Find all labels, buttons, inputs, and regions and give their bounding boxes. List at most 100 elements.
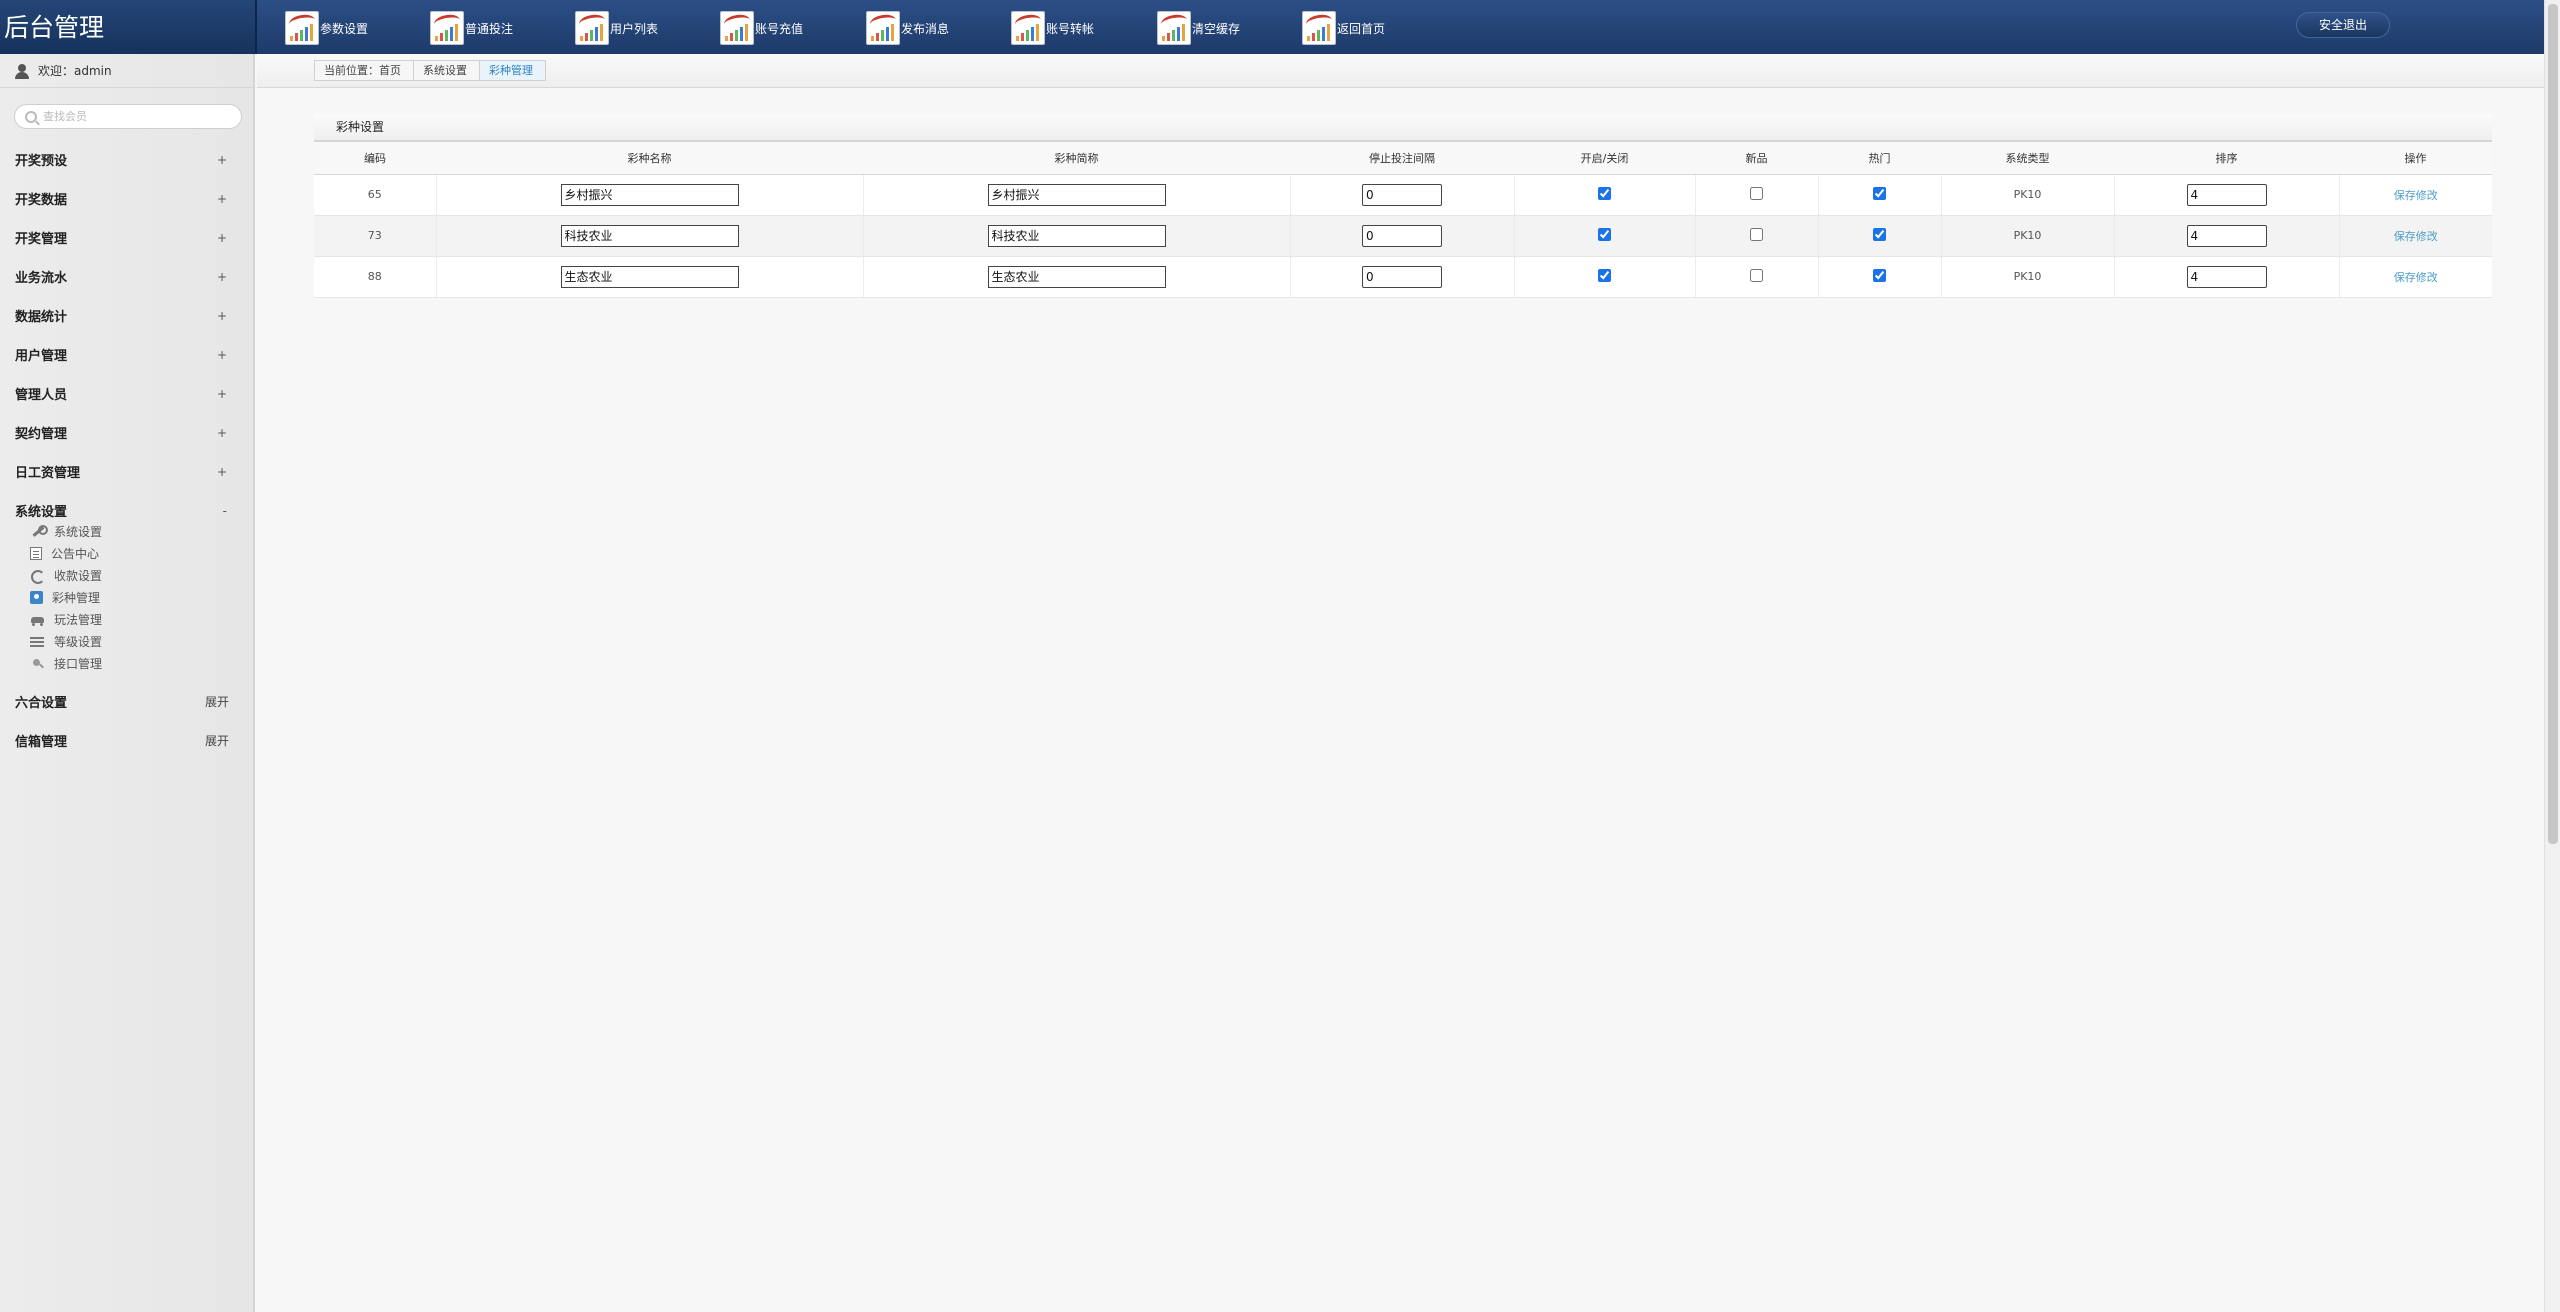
hot-checkbox[interactable] bbox=[1873, 227, 1886, 241]
table-cell bbox=[862, 215, 1290, 257]
sort-input[interactable] bbox=[2186, 224, 2267, 247]
breadcrumb-item[interactable]: 系统设置 bbox=[414, 61, 480, 80]
lottery-short-name-input[interactable] bbox=[987, 265, 1166, 288]
hot-checkbox[interactable] bbox=[1873, 268, 1886, 282]
lottery-name-input[interactable] bbox=[560, 224, 739, 247]
topnav-item[interactable]: 账号充值 bbox=[720, 10, 803, 46]
lottery-short-name-input[interactable] bbox=[987, 224, 1166, 247]
new-checkbox[interactable] bbox=[1750, 227, 1763, 241]
menu-item[interactable]: 日工资管理 + bbox=[0, 452, 253, 491]
table-header-row: 编码 彩种名称 彩种简称 停止投注间隔 开启/关闭 新品 热门 系统类型 排序 操作 bbox=[314, 142, 2492, 175]
submenu-item[interactable]: 公告中心 bbox=[30, 542, 253, 564]
table-cell bbox=[1694, 256, 1818, 298]
expand-toggle[interactable]: 展开 bbox=[205, 732, 229, 749]
topnav-item[interactable]: 普通投注 bbox=[430, 10, 513, 46]
submenu-item[interactable]: 等级设置 bbox=[30, 630, 253, 652]
submenu-item[interactable]: 收款设置 bbox=[30, 564, 253, 586]
chart-icon bbox=[430, 11, 464, 45]
table-cell bbox=[862, 174, 1290, 216]
menu-item[interactable]: 数据统计 + bbox=[0, 296, 253, 335]
topnav-item[interactable]: 返回首页 bbox=[1302, 10, 1385, 46]
expand-icon[interactable]: + bbox=[217, 270, 227, 284]
expand-icon[interactable]: + bbox=[217, 387, 227, 401]
sort-input[interactable] bbox=[2186, 265, 2267, 288]
table-cell bbox=[1513, 174, 1695, 216]
topnav-item[interactable]: 参数设置 bbox=[285, 10, 368, 46]
topnav-item[interactable]: 用户列表 bbox=[575, 10, 658, 46]
stop-interval-input[interactable] bbox=[1362, 224, 1442, 247]
topnav-label: 用户列表 bbox=[610, 21, 659, 36]
menu-item[interactable]: 开奖预设 + bbox=[0, 140, 253, 179]
save-changes-link[interactable]: 保存修改 bbox=[2394, 271, 2438, 284]
hot-checkbox[interactable] bbox=[1873, 186, 1886, 200]
enabled-checkbox[interactable] bbox=[1598, 268, 1611, 282]
expand-icon[interactable]: + bbox=[217, 426, 227, 440]
lottery-short-name-input[interactable] bbox=[987, 183, 1166, 206]
table-cell bbox=[1694, 215, 1818, 257]
member-search bbox=[14, 104, 242, 129]
lottery-name-input[interactable] bbox=[560, 183, 739, 206]
sort-input[interactable] bbox=[2186, 183, 2267, 206]
expand-toggle[interactable]: 展开 bbox=[205, 693, 229, 710]
submenu-item-label: 接口管理 bbox=[54, 656, 103, 671]
enabled-checkbox[interactable] bbox=[1598, 227, 1611, 241]
menu-item[interactable]: 开奖数据 + bbox=[0, 179, 253, 218]
expand-icon[interactable]: + bbox=[217, 465, 227, 479]
menu-item[interactable]: 业务流水 + bbox=[0, 257, 253, 296]
submenu-item[interactable]: 彩种管理 bbox=[30, 586, 253, 608]
top-header: 后台管理 参数设置 普通投注 用户列表 账号充值 发布消息 账号转帐 清空缓存 返回首页 安全… bbox=[0, 0, 2544, 54]
table-cell: 保存修改 bbox=[2338, 215, 2492, 257]
search-icon[interactable] bbox=[25, 110, 37, 123]
expand-icon[interactable]: + bbox=[217, 153, 227, 167]
menu-item[interactable]: 管理人员 + bbox=[0, 374, 253, 413]
topnav-item[interactable]: 清空缓存 bbox=[1157, 10, 1240, 46]
collapse-icon[interactable]: - bbox=[223, 504, 227, 518]
menu-item[interactable]: 信箱管理 展开 bbox=[0, 721, 253, 760]
scrollbar-thumb[interactable] bbox=[2548, 4, 2558, 844]
table-cell: 73 bbox=[314, 215, 436, 257]
save-changes-link[interactable]: 保存修改 bbox=[2394, 230, 2438, 243]
menu-item-label: 开奖数据 bbox=[15, 193, 68, 208]
menu-item[interactable]: 契约管理 + bbox=[0, 413, 253, 452]
user-icon bbox=[14, 63, 30, 79]
vertical-scrollbar[interactable] bbox=[2544, 0, 2560, 1312]
topnav-label: 账号转帐 bbox=[1046, 21, 1095, 36]
chart-icon bbox=[866, 11, 900, 45]
save-changes-link[interactable]: 保存修改 bbox=[2394, 189, 2438, 202]
level-icon bbox=[30, 635, 45, 648]
menu-item-label: 六合设置 bbox=[15, 696, 68, 711]
submenu-item[interactable]: 接口管理 bbox=[30, 652, 253, 674]
breadcrumb-item[interactable]: 当前位置：首页 bbox=[315, 61, 414, 80]
topnav-item[interactable]: 账号转帐 bbox=[1011, 10, 1094, 46]
column-header: 开启/关闭 bbox=[1514, 142, 1695, 175]
submenu-item-label: 系统设置 bbox=[54, 524, 103, 539]
new-checkbox[interactable] bbox=[1750, 268, 1763, 282]
expand-icon[interactable]: + bbox=[217, 231, 227, 245]
stop-interval-input[interactable] bbox=[1362, 265, 1442, 288]
menu-item[interactable]: 用户管理 + bbox=[0, 335, 253, 374]
menu-item[interactable]: 六合设置 展开 bbox=[0, 682, 253, 721]
expand-icon[interactable]: + bbox=[217, 348, 227, 362]
expand-icon[interactable]: + bbox=[217, 309, 227, 323]
expand-icon[interactable]: + bbox=[217, 192, 227, 206]
column-header: 系统类型 bbox=[1941, 142, 2114, 175]
menu-item[interactable]: 开奖管理 + bbox=[0, 218, 253, 257]
table-cell: 保存修改 bbox=[2338, 174, 2492, 216]
column-header: 热门 bbox=[1818, 142, 1941, 175]
topnav-label: 返回首页 bbox=[1337, 21, 1386, 36]
topnav-label: 参数设置 bbox=[320, 21, 369, 36]
table-cell: 保存修改 bbox=[2338, 256, 2492, 298]
topnav-item[interactable]: 发布消息 bbox=[866, 10, 949, 46]
logout-button[interactable]: 安全退出 bbox=[2296, 12, 2390, 38]
enabled-checkbox[interactable] bbox=[1598, 186, 1611, 200]
stop-interval-input[interactable] bbox=[1362, 183, 1442, 206]
lottery-name-input[interactable] bbox=[560, 265, 739, 288]
submenu-item[interactable]: 玩法管理 bbox=[30, 608, 253, 630]
submenu-item[interactable]: 系统设置 bbox=[30, 520, 253, 542]
table-cell bbox=[1289, 215, 1514, 257]
search-input[interactable] bbox=[43, 110, 223, 123]
new-checkbox[interactable] bbox=[1750, 186, 1763, 200]
table-cell bbox=[2113, 256, 2339, 298]
column-header: 新品 bbox=[1695, 142, 1818, 175]
column-header: 操作 bbox=[2339, 142, 2492, 175]
